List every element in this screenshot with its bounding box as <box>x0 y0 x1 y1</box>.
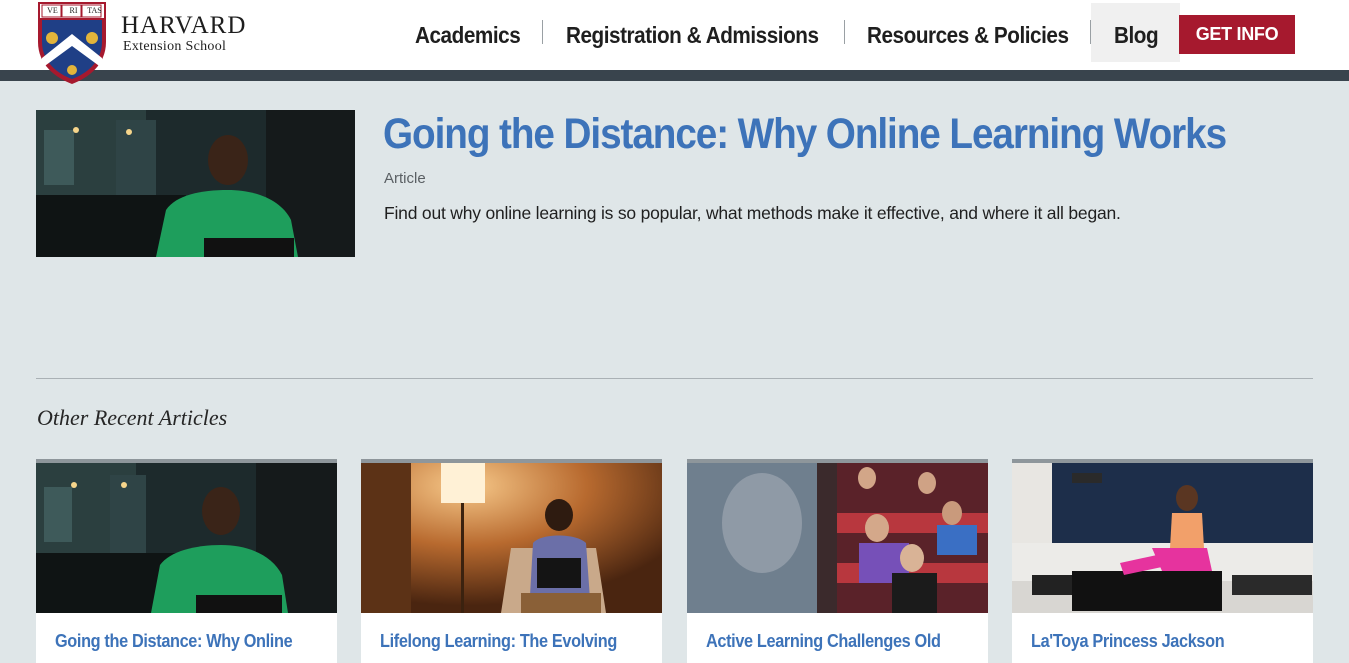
card-image[interactable] <box>36 463 337 613</box>
article-card[interactable]: Active Learning Challenges Old <box>687 459 988 663</box>
featured-type-label: Article <box>384 170 426 187</box>
card-title[interactable]: Lifelong Learning: The Evolving <box>380 630 617 652</box>
get-info-button[interactable]: GET INFO <box>1179 15 1295 54</box>
featured-description: Find out why online learning is so popul… <box>384 203 1121 223</box>
article-card[interactable]: Going the Distance: Why Online <box>36 459 337 663</box>
nav-registration-admissions[interactable]: Registration & Admissions <box>566 0 819 70</box>
logo-subtitle[interactable]: Extension School <box>123 39 226 55</box>
motto-ve: VE <box>47 6 58 15</box>
nav-blog[interactable]: Blog <box>1114 0 1159 70</box>
card-title[interactable]: La'Toya Princess Jackson <box>1031 630 1225 652</box>
section-divider <box>36 378 1313 379</box>
motto-ri: RI <box>69 6 78 15</box>
nav-divider <box>844 20 845 44</box>
nav-resources-policies[interactable]: Resources & Policies <box>867 0 1069 70</box>
card-image[interactable] <box>361 463 662 613</box>
article-card[interactable]: La'Toya Princess Jackson <box>1012 459 1313 663</box>
shield-motto: VE RI TAS <box>42 5 106 17</box>
card-image[interactable] <box>687 463 988 613</box>
featured-title[interactable]: Going the Distance: Why Online Learning … <box>383 110 1227 159</box>
nav-divider <box>542 20 543 44</box>
featured-image[interactable] <box>36 110 355 257</box>
card-title[interactable]: Going the Distance: Why Online <box>55 630 293 652</box>
card-title[interactable]: Active Learning Challenges Old <box>706 630 941 652</box>
recent-articles-heading: Other Recent Articles <box>37 405 228 430</box>
motto-tas: TAS <box>87 6 102 15</box>
nav-divider <box>1090 20 1091 44</box>
article-card[interactable]: Lifelong Learning: The Evolving <box>361 459 662 663</box>
card-image[interactable] <box>1012 463 1313 613</box>
logo-wordmark[interactable]: HARVARD <box>121 12 246 40</box>
nav-academics[interactable]: Academics <box>415 0 521 70</box>
